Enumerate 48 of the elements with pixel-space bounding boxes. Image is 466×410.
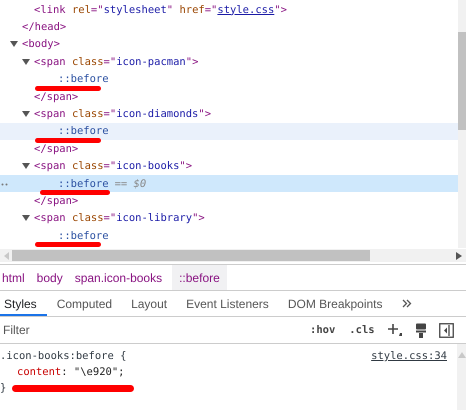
- breadcrumb[interactable]: body: [34, 265, 69, 290]
- html-tag: <span class="icon-pacman">: [34, 56, 198, 68]
- dom-tree-row[interactable]: ::before: [0, 227, 458, 244]
- expand-triangle-icon[interactable]: [10, 40, 18, 48]
- html-tag: </span>: [34, 194, 78, 207]
- dom-tree-row[interactable]: ::before: [0, 70, 458, 88]
- source-link[interactable]: style.css:34: [371, 350, 447, 362]
- panel-tab[interactable]: Computed: [52, 291, 122, 316]
- pseudo-element: ::before: [58, 73, 109, 86]
- horizontal-scrollbar[interactable]: [0, 249, 466, 262]
- html-tag: <span class="icon-books">: [34, 160, 192, 172]
- html-tag: <link rel="stylesheet" href="style.css">: [34, 4, 287, 16]
- closing-brace: }: [0, 382, 6, 394]
- html-tag: </head>: [22, 21, 66, 34]
- class-toggle[interactable]: .cls: [349, 324, 375, 336]
- panel-tab[interactable]: Styles: [0, 291, 47, 316]
- hover-state-toggle[interactable]: :hov: [310, 324, 336, 336]
- scroll-right-icon[interactable]: [456, 252, 462, 260]
- sidebar-toggle-icon[interactable]: [438, 322, 454, 338]
- panel-tab[interactable]: DOM Breakpoints: [284, 291, 392, 316]
- html-tag: <body>: [22, 38, 60, 50]
- expand-triangle-icon[interactable]: [22, 214, 30, 222]
- add-rule-icon[interactable]: [386, 323, 403, 337]
- pseudo-element: ::before: [58, 178, 109, 190]
- panel-tab[interactable]: Layout: [127, 291, 176, 316]
- more-icon[interactable]: [1, 182, 9, 186]
- dom-tree-row[interactable]: ::before == $0: [0, 174, 458, 192]
- dom-tree-row[interactable]: ::before: [0, 122, 458, 140]
- console-reference: == $0: [114, 178, 146, 190]
- css-declaration: content: "\e920";: [16, 365, 126, 380]
- breadcrumb[interactable]: ::before: [172, 265, 227, 290]
- expand-triangle-icon[interactable]: [22, 162, 30, 170]
- panel-tab[interactable]: Event Listeners: [182, 291, 278, 316]
- breadcrumb[interactable]: html: [0, 265, 31, 290]
- expand-triangle-icon[interactable]: [22, 58, 30, 66]
- pseudo-element: ::before: [58, 125, 109, 138]
- expand-triangle-icon[interactable]: [22, 110, 30, 118]
- vertical-scrollbar[interactable]: [458, 0, 466, 248]
- breadcrumb[interactable]: span.icon-books: [72, 265, 168, 290]
- pseudo-element: ::before: [58, 230, 109, 242]
- html-tag: </span>: [34, 90, 78, 103]
- html-tag: <span class="icon-diamonds">: [34, 108, 212, 120]
- vertical-scrollbar[interactable]: [457, 344, 466, 410]
- more-tabs-icon[interactable]: [402, 299, 412, 308]
- html-tag: <span class="icon-library">: [34, 212, 205, 224]
- css-selector: .icon-books:before {: [0, 350, 126, 362]
- html-tag: </span>: [34, 142, 78, 155]
- paint-brush-icon[interactable]: [414, 322, 427, 338]
